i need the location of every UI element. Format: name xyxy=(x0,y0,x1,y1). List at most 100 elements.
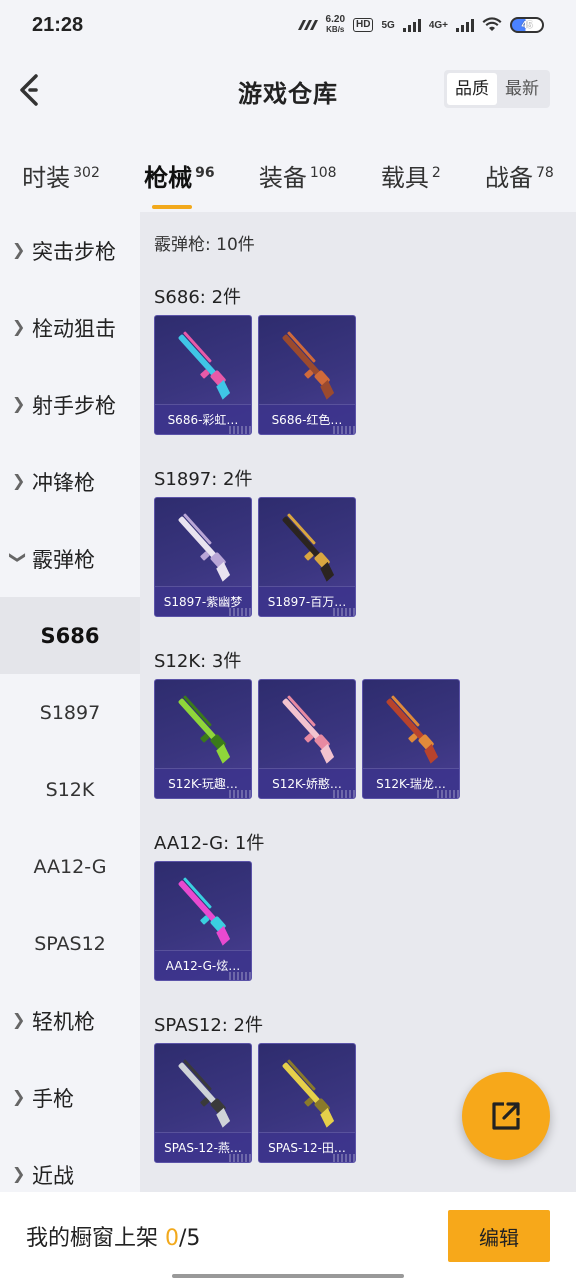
weapon-card[interactable]: S12K-瑞龙… xyxy=(362,679,460,799)
weapon-card[interactable]: SPAS-12-燕… xyxy=(154,1043,252,1163)
weapon-card[interactable]: S686-红色… xyxy=(258,315,356,435)
tab-guns[interactable]: 枪械 96 xyxy=(140,158,218,209)
net-5g: 5G xyxy=(381,19,395,31)
group-cards-s686: S686-彩虹… S686-红色… xyxy=(154,315,576,435)
net-speed-value: 6.20 xyxy=(325,14,346,25)
sidebar-item-assault-rifle[interactable]: ❯ 突击步枪 xyxy=(0,212,140,289)
share-button[interactable] xyxy=(462,1072,550,1160)
chevron-left-icon xyxy=(20,74,38,106)
tab-count: 2 xyxy=(431,164,441,181)
category-total: 霰弹枪: 10件 xyxy=(154,235,255,255)
weapon-card[interactable]: S1897-百万… xyxy=(258,497,356,617)
battery-icon: 45 xyxy=(510,17,544,33)
card-corner-pattern xyxy=(333,608,355,616)
card-corner-pattern xyxy=(229,790,251,798)
sidebar-subitem-s12k[interactable]: S12K xyxy=(0,751,140,828)
bottom-bar: 我的橱窗上架 0/5 编辑 xyxy=(0,1192,576,1280)
tab-count: 78 xyxy=(536,164,554,181)
item-list: 霰弹枪: 10件 S686: 2件 S686-彩虹… S686-红色… S1897… xyxy=(140,212,576,1192)
group-cards-s1897: S1897-紫幽梦 S1897-百万… xyxy=(154,497,576,617)
shotgun-skin-icon xyxy=(178,1059,231,1128)
net-speed: 6.20 KB/s xyxy=(326,15,345,35)
sort-newest-button[interactable]: 最新 xyxy=(497,73,547,105)
back-button[interactable] xyxy=(14,72,50,112)
sidebar-item-label: 近战 xyxy=(32,1163,74,1188)
chevron-right-icon: ❯ xyxy=(12,1087,26,1106)
shotgun-skin-icon xyxy=(282,1059,335,1128)
sidebar-item-label: 射手步枪 xyxy=(32,393,116,418)
status-bar: 21:28 6.20 KB/s HD 5G 4G+ 45 xyxy=(0,0,576,50)
tab-count: 96 xyxy=(195,164,215,181)
weapon-card[interactable]: S686-彩虹… xyxy=(154,315,252,435)
tab-supplies[interactable]: 战备 78 xyxy=(481,158,558,193)
tab-label: 载具 xyxy=(380,163,429,192)
sidebar-item-label: 轻机枪 xyxy=(32,1009,95,1034)
sidebar-item-label: 栓动狙击 xyxy=(32,316,116,341)
shotgun-skin-icon xyxy=(282,513,335,582)
chevron-right-icon: ❯ xyxy=(12,471,26,490)
weapon-card[interactable]: S12K-娇憨… xyxy=(258,679,356,799)
showcase-count: 0 xyxy=(165,1226,179,1251)
tab-count: 108 xyxy=(309,164,337,181)
shotgun-skin-icon xyxy=(178,513,231,582)
sidebar-item-shotgun[interactable]: ❯ 霰弹枪 xyxy=(0,520,140,597)
group-title-s686: S686: 2件 xyxy=(154,287,242,308)
status-icons: 6.20 KB/s HD 5G 4G+ 45 xyxy=(296,15,544,35)
edit-button[interactable]: 编辑 xyxy=(448,1210,550,1262)
shotgun-skin-icon xyxy=(282,331,335,400)
header: 游戏仓库 品质 最新 xyxy=(0,50,576,132)
sidebar-item-marksman-rifle[interactable]: ❯ 射手步枪 xyxy=(0,366,140,443)
card-corner-pattern xyxy=(229,972,251,980)
category-tabs: 时装 302 枪械 96 装备 108 载具 2 战备 78 xyxy=(0,140,576,210)
sidebar-item-label: AA12-G xyxy=(33,855,107,878)
shotgun-skin-icon xyxy=(386,695,439,764)
showcase-status: 我的橱窗上架 0/5 xyxy=(26,1220,200,1252)
tab-vehicles[interactable]: 载具 2 xyxy=(377,158,445,193)
weapon-card[interactable]: S1897-紫幽梦 xyxy=(154,497,252,617)
sidebar-item-label: 冲锋枪 xyxy=(32,470,95,495)
shotgun-skin-icon xyxy=(178,877,231,946)
sidebar-subitem-s686[interactable]: S686 xyxy=(0,597,140,674)
page-title: 游戏仓库 xyxy=(238,79,338,108)
group-title-s1897: S1897: 2件 xyxy=(154,469,253,490)
weapon-card[interactable]: S12K-玩趣… xyxy=(154,679,252,799)
group-title-spas12: SPAS12: 2件 xyxy=(154,1015,264,1036)
sidebar-item-lmg[interactable]: ❯ 轻机枪 xyxy=(0,982,140,1059)
sidebar-item-smg[interactable]: ❯ 冲锋枪 xyxy=(0,443,140,520)
weapon-card[interactable]: SPAS-12-田… xyxy=(258,1043,356,1163)
home-indicator[interactable] xyxy=(172,1274,404,1278)
sidebar-subitem-spas12[interactable]: SPAS12 xyxy=(0,905,140,982)
tab-equipment[interactable]: 装备 108 xyxy=(255,158,341,193)
weapon-card[interactable]: AA12-G-炫… xyxy=(154,861,252,981)
shotgun-skin-icon xyxy=(178,331,231,400)
sidebar-item-pistol[interactable]: ❯ 手枪 xyxy=(0,1059,140,1136)
sidebar-subitem-aa12g[interactable]: AA12-G xyxy=(0,828,140,905)
tab-label: 战备 xyxy=(485,163,533,192)
sidebar-item-label: S12K xyxy=(45,778,95,801)
sidebar: ❯ 突击步枪 ❯ 栓动狙击 ❯ 射手步枪 ❯ 冲锋枪 ❯ 霰弹枪 S686 S1897 S… xyxy=(0,212,140,1192)
tab-count: 302 xyxy=(73,164,100,181)
shotgun-skin-icon xyxy=(282,695,335,764)
card-corner-pattern xyxy=(229,426,251,434)
hd-badge: HD xyxy=(353,18,374,32)
showcase-prefix: 我的橱窗上架 xyxy=(26,1226,165,1251)
net-speed-unit: KB/s xyxy=(326,25,345,34)
sidebar-item-label: 霰弹枪 xyxy=(32,547,95,572)
chevron-right-icon: ❯ xyxy=(12,240,26,259)
tab-fashion[interactable]: 时装 302 xyxy=(18,158,104,193)
sidebar-item-label: 突击步枪 xyxy=(32,239,116,264)
sidebar-item-label: 手枪 xyxy=(32,1086,74,1111)
sort-toggle: 品质 最新 xyxy=(444,70,550,108)
showcase-total: /5 xyxy=(179,1226,201,1251)
sidebar-subitem-s1897[interactable]: S1897 xyxy=(0,674,140,751)
sidebar-item-bolt-sniper[interactable]: ❯ 栓动狙击 xyxy=(0,289,140,366)
signal-4g-icon xyxy=(456,18,474,32)
group-cards-s12k: S12K-玩趣… S12K-娇憨… S12K-瑞龙… xyxy=(154,679,576,799)
tab-label: 枪械 xyxy=(144,163,193,192)
wifi-icon xyxy=(482,17,502,31)
chevron-right-icon: ❯ xyxy=(12,1164,26,1183)
tab-label: 时装 xyxy=(22,163,71,192)
card-corner-pattern xyxy=(229,1154,251,1162)
sort-quality-button[interactable]: 品质 xyxy=(447,73,497,105)
card-corner-pattern xyxy=(229,608,251,616)
